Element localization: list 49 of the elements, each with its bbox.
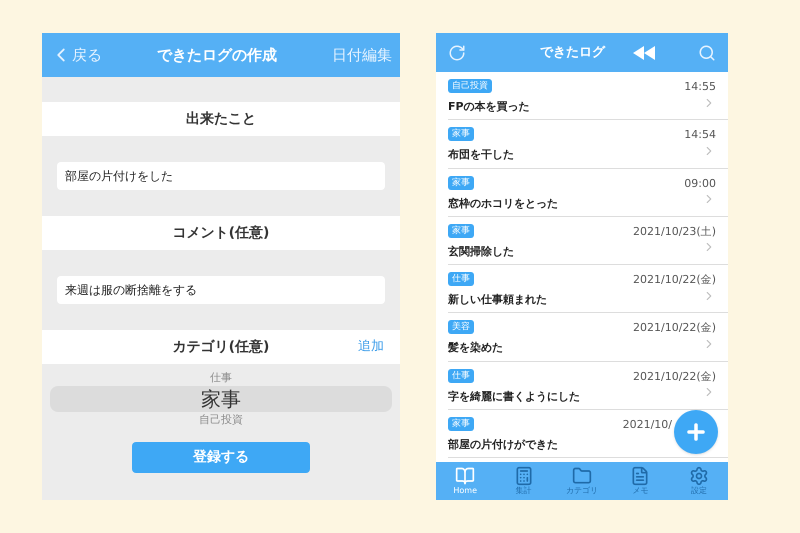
settings-icon [688,466,709,486]
rewind-icon[interactable] [633,46,657,60]
category-tag: 家事 [448,127,474,142]
book-icon [455,466,476,486]
category-tag: 仕事 [448,272,474,286]
log-row[interactable]: 仕事 新しい仕事頼まれた 2021/10/22(金) [448,265,728,314]
log-text: 窓枠のホコリをとった [448,196,558,212]
log-text: 字を綺麗に書くようにした [448,388,580,405]
log-time: 2021/10/ [622,417,672,434]
section-title: コメント(任意) [172,224,270,242]
log-time: 2021/10/23(土) [633,224,716,240]
log-row[interactable]: 仕事 字を綺麗に書くようにした 2021/10/22(金) [448,362,728,410]
calculator-icon [514,466,534,486]
log-row[interactable]: 家事 布団を干した 14:54 [448,120,728,169]
refresh-icon[interactable] [448,44,466,62]
category-tag: 美容 [448,320,474,334]
category-tag: 家事 [448,417,474,432]
screen-title: できたログの作成 [157,44,277,66]
category-tag: 仕事 [448,368,474,383]
category-tag: 自己投資 [448,79,492,93]
log-time: 2021/10/22(金) [633,272,716,288]
category-picker[interactable]: 仕事 家事 自己投資 [50,370,392,428]
section-title: 出来たこと [186,110,256,128]
section-title: カテゴリ(任意) [172,338,270,356]
log-row[interactable]: 家事 玄関掃除した 2021/10/23(土) [448,216,728,266]
log-time: 2021/10/22(金) [633,320,716,336]
log-text: 新しい仕事頼まれた [448,292,547,308]
picker-option[interactable]: 家事 [50,386,392,412]
log-time: 09:00 [684,176,716,192]
log-row[interactable]: 美容 髪を染めた 2021/10/22(金) [448,313,728,362]
category-tag: 家事 [448,224,474,238]
log-time: 14:54 [684,127,716,144]
text-field[interactable]: 部屋の片付けをした [57,162,385,190]
log-text: 玄関掃除した [448,244,514,260]
log-text: 部屋の片付けができた [448,437,558,454]
add-button[interactable] [674,410,718,454]
screen-title: できたログ [540,44,605,62]
log-text: 布団を干した [448,147,514,164]
text-field[interactable]: 来週は服の断捨離をする [57,276,385,304]
log-row[interactable]: 家事 窓枠のホコリをとった 09:00 [448,168,728,217]
log-text: FPの本を買った [448,99,530,115]
search-icon[interactable] [698,44,716,62]
folder-icon [572,466,592,486]
log-text: 髪を染めた [448,340,503,356]
log-row[interactable]: 自己投資 FPの本を買った 14:55 [448,72,728,120]
log-time: 2021/10/22(金) [633,368,716,385]
document-icon [630,466,650,486]
log-time: 14:55 [684,79,716,95]
category-tag: 家事 [448,176,474,190]
